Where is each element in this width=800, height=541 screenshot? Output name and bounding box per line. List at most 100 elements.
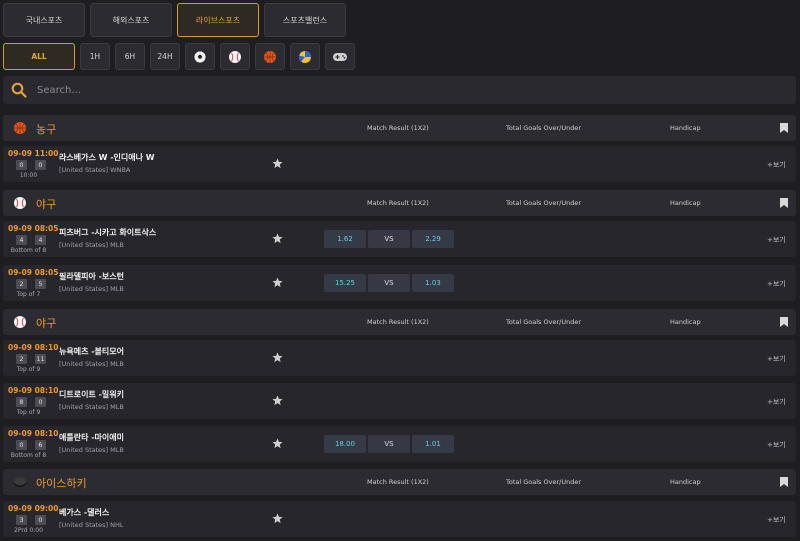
score-board: 00 (16, 160, 46, 170)
match-row[interactable]: 09-09 09:00 30 2Prd 0:00 베가스 -댈러스 [Unite… (3, 501, 796, 537)
match-league: [United States] MLB (59, 403, 124, 411)
column-match-result: Match Result (1X2) (367, 199, 429, 207)
match-league: [United States] MLB (59, 446, 124, 454)
match-row[interactable]: 09-09 08:10 80 Top of 9 디트로이트 -밀워키 [Unit… (3, 383, 796, 419)
tab-live-sports[interactable]: 라이브스포츠 (177, 3, 259, 37)
section-title: 아이스하키 (36, 477, 87, 490)
match-row[interactable]: 09-09 08:05 25 Top of 7 필라델피아 -보스턴 [Unit… (3, 265, 796, 301)
more-button[interactable]: +보기 (767, 235, 786, 245)
odds-group: 18.00 VS 1.01 (324, 435, 454, 453)
more-button[interactable]: +보기 (767, 440, 786, 450)
odds-draw-button[interactable]: VS (368, 230, 410, 248)
match-row[interactable]: 09-09 11:00 00 10:00 라스베가스 W -인디애나 W [Un… (3, 146, 796, 182)
odds-home-button[interactable]: 18.00 (324, 435, 366, 453)
soccer-icon (193, 50, 207, 63)
odds-away-button[interactable]: 2.29 (412, 230, 454, 248)
odds-home-button[interactable]: 15.25 (324, 274, 366, 292)
favorite-star-icon[interactable] (272, 438, 283, 449)
column-handicap: Handicap (670, 478, 701, 486)
column-total-goals: Total Goals Over/Under (506, 478, 582, 486)
column-match-result: Match Result (1X2) (367, 318, 429, 326)
odds-draw-button[interactable]: VS (368, 274, 410, 292)
volleyball-icon (298, 50, 311, 63)
search-bar (3, 76, 796, 104)
match-period: Top of 9 (16, 409, 41, 416)
baseball-icon (229, 50, 241, 63)
tab-sports-balance[interactable]: 스포츠밸런스 (264, 3, 346, 37)
home-score: 0 (16, 440, 27, 450)
odds-away-button[interactable]: 1.03 (412, 274, 454, 292)
match-league: [United States] WNBA (59, 166, 131, 174)
section-title: 야구 (36, 198, 57, 211)
favorite-star-icon[interactable] (272, 513, 283, 524)
match-time: 09-09 08:10 (8, 386, 59, 395)
home-score: 2 (16, 279, 27, 289)
section-header-baseball: 야구 Match Result (1X2) Total Goals Over/U… (3, 309, 796, 335)
more-button[interactable]: +보기 (767, 354, 786, 364)
odds-away-button[interactable]: 1.01 (412, 435, 454, 453)
filter-6h-button[interactable]: 6H (115, 43, 145, 70)
column-handicap: Handicap (670, 124, 701, 132)
more-button[interactable]: +보기 (767, 279, 786, 289)
bookmark-icon[interactable] (780, 198, 788, 208)
odds-draw-button[interactable]: VS (368, 435, 410, 453)
search-icon (11, 82, 27, 98)
more-button[interactable]: +보기 (767, 515, 786, 525)
away-score: 6 (35, 440, 46, 450)
match-period: Top of 7 (16, 291, 41, 298)
filter-baseball-button[interactable] (220, 43, 250, 70)
match-row[interactable]: 09-09 08:05 44 Bottom of 8 피츠버그 -시카고 화이트… (3, 221, 796, 257)
filter-volleyball-button[interactable] (290, 43, 320, 70)
bookmark-icon[interactable] (780, 317, 788, 327)
filter-soccer-button[interactable] (185, 43, 215, 70)
match-row[interactable]: 09-09 08:10 2 11 Top of 9 뉴욕메츠 -볼티모어 [Uni… (3, 340, 796, 376)
match-period: Top of 9 (16, 366, 41, 373)
match-time: 09-09 11:00 (8, 149, 59, 158)
score-board: 30 (16, 515, 46, 525)
filter-bar: ALL 1H 6H 24H (3, 43, 355, 70)
tab-overseas-sports[interactable]: 해외스포츠 (90, 3, 172, 37)
basketball-icon (14, 122, 26, 134)
match-time: 09-09 08:05 (8, 268, 59, 277)
home-score: 4 (16, 235, 27, 245)
filter-24h-button[interactable]: 24H (150, 43, 180, 70)
score-board: 25 (16, 279, 46, 289)
column-match-result: Match Result (1X2) (367, 478, 429, 486)
favorite-star-icon[interactable] (272, 158, 283, 169)
match-period: 10:00 (19, 172, 38, 179)
filter-esports-button[interactable] (325, 43, 355, 70)
match-period: Bottom of 8 (10, 452, 47, 459)
match-time: 09-09 08:10 (8, 343, 59, 352)
more-button[interactable]: +보기 (767, 160, 786, 170)
match-teams: 필라델피아 -보스턴 (59, 272, 124, 281)
favorite-star-icon[interactable] (272, 352, 283, 363)
match-time: 09-09 08:05 (8, 224, 59, 233)
away-score: 11 (35, 354, 46, 364)
tab-domestic-sports[interactable]: 국내스포츠 (3, 3, 85, 37)
favorite-star-icon[interactable] (272, 233, 283, 244)
bookmark-icon[interactable] (780, 123, 788, 133)
baseball-icon (14, 197, 26, 209)
filter-all-button[interactable]: ALL (3, 43, 75, 70)
away-score: 0 (35, 397, 46, 407)
match-time: 09-09 08:10 (8, 429, 59, 438)
favorite-star-icon[interactable] (272, 395, 283, 406)
match-teams: 뉴욕메츠 -볼티모어 (59, 347, 124, 356)
section-title: 농구 (36, 123, 57, 136)
odds-home-button[interactable]: 1.62 (324, 230, 366, 248)
search-input[interactable] (37, 84, 737, 96)
more-button[interactable]: +보기 (767, 397, 786, 407)
match-teams: 피츠버그 -시카고 화이트삭스 (59, 228, 157, 237)
match-league: [United States] MLB (59, 241, 124, 249)
favorite-star-icon[interactable] (272, 277, 283, 288)
section-header-ice-hockey: 아이스하키 Match Result (1X2) Total Goals Ove… (3, 469, 796, 495)
hockey-puck-icon (14, 477, 26, 487)
filter-1h-button[interactable]: 1H (80, 43, 110, 70)
baseball-icon (14, 316, 26, 328)
match-row[interactable]: 09-09 08:10 06 Bottom of 8 애틀란타 -마이애미 [U… (3, 426, 796, 462)
filter-basketball-button[interactable] (255, 43, 285, 70)
score-board: 2 11 (16, 354, 46, 364)
bookmark-icon[interactable] (780, 477, 788, 487)
home-score: 8 (16, 397, 27, 407)
column-total-goals: Total Goals Over/Under (506, 318, 582, 326)
